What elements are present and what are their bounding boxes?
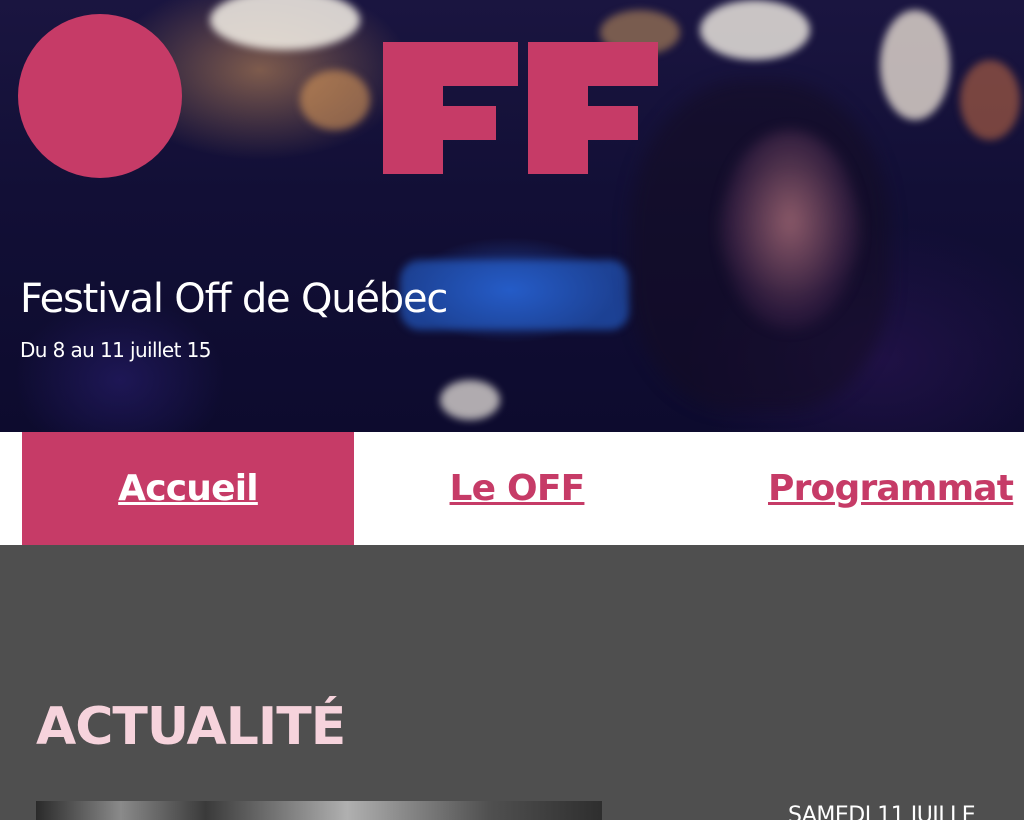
nav-item-programmation[interactable]: Programmat bbox=[768, 432, 1024, 545]
page: Festival Off de Québec Du 8 au 11 juille… bbox=[0, 0, 1024, 820]
festival-dates: Du 8 au 11 juillet 15 bbox=[20, 338, 211, 362]
hero-bokeh-light bbox=[880, 10, 950, 120]
section-title-actualite: ACTUALITÉ bbox=[36, 697, 346, 757]
festival-title: Festival Off de Québec bbox=[20, 276, 448, 322]
nav-item-accueil[interactable]: Accueil bbox=[22, 432, 354, 545]
off-logo[interactable] bbox=[18, 14, 678, 184]
logo-circle-o bbox=[18, 14, 182, 178]
nav-item-le-off[interactable]: Le OFF bbox=[354, 432, 680, 545]
main-navigation: Accueil Le OFF Programmat bbox=[0, 432, 1024, 545]
off-logo-graphic bbox=[18, 14, 658, 178]
logo-letter-f bbox=[528, 42, 658, 174]
hero-bokeh-light bbox=[440, 380, 500, 420]
logo-letter-f bbox=[383, 42, 518, 174]
hero-banner: Festival Off de Québec Du 8 au 11 juille… bbox=[0, 0, 1024, 432]
news-date: SAMEDI 11 JUILLE bbox=[788, 803, 976, 820]
main-content: ACTUALITÉ SAMEDI 11 JUILLE bbox=[0, 545, 1024, 820]
hero-bokeh-light bbox=[960, 60, 1020, 140]
hero-bokeh-light bbox=[700, 0, 810, 60]
hero-photo-face bbox=[720, 130, 860, 330]
news-thumbnail[interactable] bbox=[36, 801, 602, 820]
